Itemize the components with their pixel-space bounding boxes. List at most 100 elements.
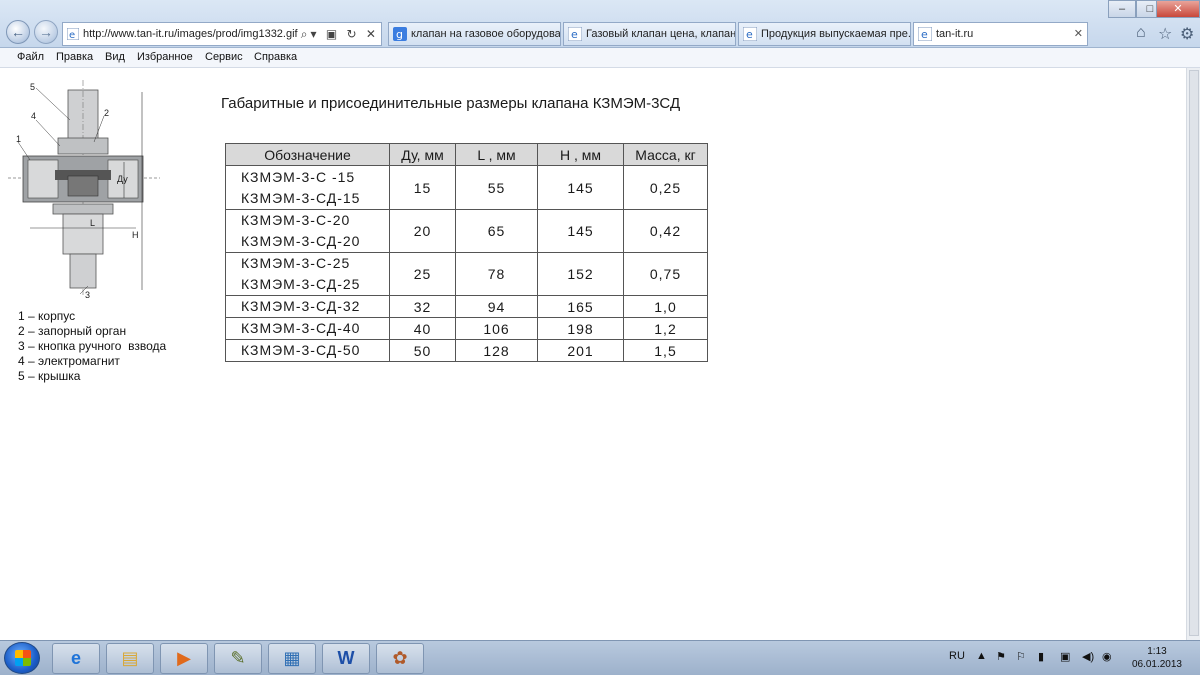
folder-icon: ▤ (121, 648, 139, 668)
paint-icon: ✿ (392, 648, 408, 668)
menu-help[interactable]: Справка (254, 51, 297, 63)
du-cell: 25 (389, 252, 456, 296)
volume-icon[interactable]: ◀) (1082, 650, 1094, 663)
vertical-scrollbar[interactable] (1186, 68, 1200, 640)
word-icon: W (337, 648, 355, 668)
h-cell: 152 (537, 252, 624, 296)
col-header-h: Н , мм (537, 143, 624, 166)
start-button[interactable] (4, 642, 40, 674)
tab-tan-it[interactable]: e tan-it.ru ✕ (913, 22, 1088, 46)
tab-close-icon[interactable]: ✕ (1074, 23, 1083, 45)
gear-icon[interactable]: ⚙ (1180, 24, 1194, 44)
ie-page-icon: e (67, 28, 79, 40)
taskbar-tool-button[interactable]: ✎ (214, 643, 262, 674)
ie-page-icon: e (743, 27, 757, 41)
language-indicator[interactable]: RU (949, 650, 965, 662)
designation-cell: КЗМЭМ-3-СД-32 (225, 295, 390, 318)
dim-l-label: L (90, 218, 95, 228)
h-cell: 145 (537, 165, 624, 210)
network-icon[interactable]: ⚑ (996, 650, 1006, 663)
tab-products[interactable]: e Продукция выпускаемая пре... (738, 22, 911, 46)
designation-cell: КЗМЭМ-3-С-20 КЗМЭМ-3-СД-20 (225, 209, 390, 253)
svg-text:e: e (746, 28, 753, 41)
du-cell: 20 (389, 209, 456, 253)
battery-icon[interactable]: ▮ (1038, 650, 1044, 663)
legend-item: 1 – корпус (18, 309, 76, 323)
antivirus-icon[interactable]: ◉ (1102, 650, 1112, 663)
taskbar-paint-button[interactable]: ✿ (376, 643, 424, 674)
back-button[interactable]: ← (6, 20, 30, 44)
h-cell: 165 (537, 295, 624, 318)
svg-text:e: e (571, 28, 578, 41)
taskbar-ie-button[interactable]: e (52, 643, 100, 674)
menu-view[interactable]: Вид (105, 51, 125, 63)
dim-h-label: H (132, 230, 139, 240)
mass-cell: 0,42 (623, 209, 708, 253)
col-header-mass: Масса, кг (623, 143, 708, 166)
menu-file[interactable]: Файл (17, 51, 44, 63)
table-row: КЗМЭМ-3-С-25 КЗМЭМ-3-СД-25 25 78 152 0,75 (225, 252, 708, 296)
mass-cell: 1,5 (623, 339, 708, 362)
dim-du-label: Ду (117, 174, 128, 184)
mass-cell: 0,75 (623, 252, 708, 296)
clock-time: 1:13 (1147, 646, 1167, 657)
callout-4: 4 (31, 111, 36, 121)
system-clock[interactable]: 1:13 06.01.2013 (1132, 645, 1182, 671)
close-window-button[interactable]: ✕ (1156, 0, 1200, 18)
menu-favorites[interactable]: Избранное (137, 51, 193, 63)
mass-cell: 1,2 (623, 317, 708, 340)
tab-google-search[interactable]: g клапан на газовое оборудова... (388, 22, 561, 46)
address-bar[interactable]: e http://www.tan-it.ru/images/prod/img13… (62, 22, 382, 46)
mass-cell: 0,25 (623, 165, 708, 210)
media-player-icon: ▶ (177, 648, 191, 668)
mass-cell: 1,0 (623, 295, 708, 318)
callout-3: 3 (85, 290, 90, 300)
du-cell: 40 (389, 317, 456, 340)
clock-date: 06.01.2013 (1131, 659, 1182, 670)
control-panel-icon: ▦ (283, 648, 301, 668)
taskbar-control-panel-button[interactable]: ▦ (268, 643, 316, 674)
designation-cell: КЗМЭМ-3-СД-40 (225, 317, 390, 340)
designation-cell: КЗМЭМ-3-С -15 КЗМЭМ-3-СД-15 (225, 165, 390, 210)
taskbar-word-button[interactable]: W (322, 643, 370, 674)
menu-tools[interactable]: Сервис (205, 51, 243, 63)
du-cell: 50 (389, 339, 456, 362)
table-header-row: Обозначение Ду, мм L , мм Н , мм Масса, … (225, 143, 708, 166)
menu-edit[interactable]: Правка (56, 51, 93, 63)
device-icon[interactable]: ▣ (1060, 650, 1070, 663)
callout-1: 1 (16, 134, 21, 144)
favorites-star-icon[interactable]: ☆ (1158, 24, 1172, 44)
flag-icon[interactable]: ⚐ (1016, 650, 1026, 663)
address-tools[interactable]: ⌕▾ ▣ ↻ ✕ (301, 23, 379, 45)
tab-gas-valve-price[interactable]: e Газовый клапан цена, клапан... (563, 22, 736, 46)
h-cell: 198 (537, 317, 624, 340)
minimize-button[interactable]: – (1108, 0, 1136, 18)
table-row: КЗМЭМ-3-СД-50 50 128 201 1,5 (225, 339, 708, 362)
diagram-legend: 1 – корпус 2 – запорный орган 3 – кнопка… (18, 309, 166, 384)
col-header-l: L , мм (455, 143, 538, 166)
taskbar-explorer-button[interactable]: ▤ (106, 643, 154, 674)
h-cell: 145 (537, 209, 624, 253)
callout-2: 2 (104, 108, 109, 118)
page-title: Габаритные и присоединительные размеры к… (221, 95, 681, 112)
svg-text:e: e (69, 30, 75, 40)
valve-diagram: 5 4 2 1 3 Ду L H (8, 80, 160, 300)
h-cell: 201 (537, 339, 624, 362)
table-row: КЗМЭМ-3-СД-40 40 106 198 1,2 (225, 317, 708, 340)
dimensions-table: Обозначение Ду, мм L , мм Н , мм Масса, … (225, 143, 708, 362)
address-text: http://www.tan-it.ru/images/prod/img1332… (83, 28, 298, 40)
windows-taskbar: e ▤ ▶ ✎ ▦ W ✿ RU ▲ ⚑ ⚐ ▮ ▣ ◀) ◉ 1:13 06.… (0, 640, 1200, 675)
legend-item: 5 – крышка (18, 369, 81, 383)
ie-page-icon: e (918, 27, 932, 41)
legend-item: 2 – запорный орган (18, 324, 127, 338)
browser-titlebar: ← → e http://www.tan-it.ru/images/prod/i… (0, 0, 1200, 48)
col-header-du: Ду, мм (389, 143, 456, 166)
menu-bar: Файл Правка Вид Избранное Сервис Справка (0, 48, 1200, 68)
home-icon[interactable]: ⌂ (1136, 24, 1146, 42)
tray-arrow-icon[interactable]: ▲ (976, 650, 987, 662)
taskbar-media-button[interactable]: ▶ (160, 643, 208, 674)
callout-5: 5 (30, 82, 35, 92)
scrollbar-thumb[interactable] (1189, 70, 1199, 636)
forward-button[interactable]: → (34, 20, 58, 44)
arrow-right-icon: → (39, 24, 53, 40)
